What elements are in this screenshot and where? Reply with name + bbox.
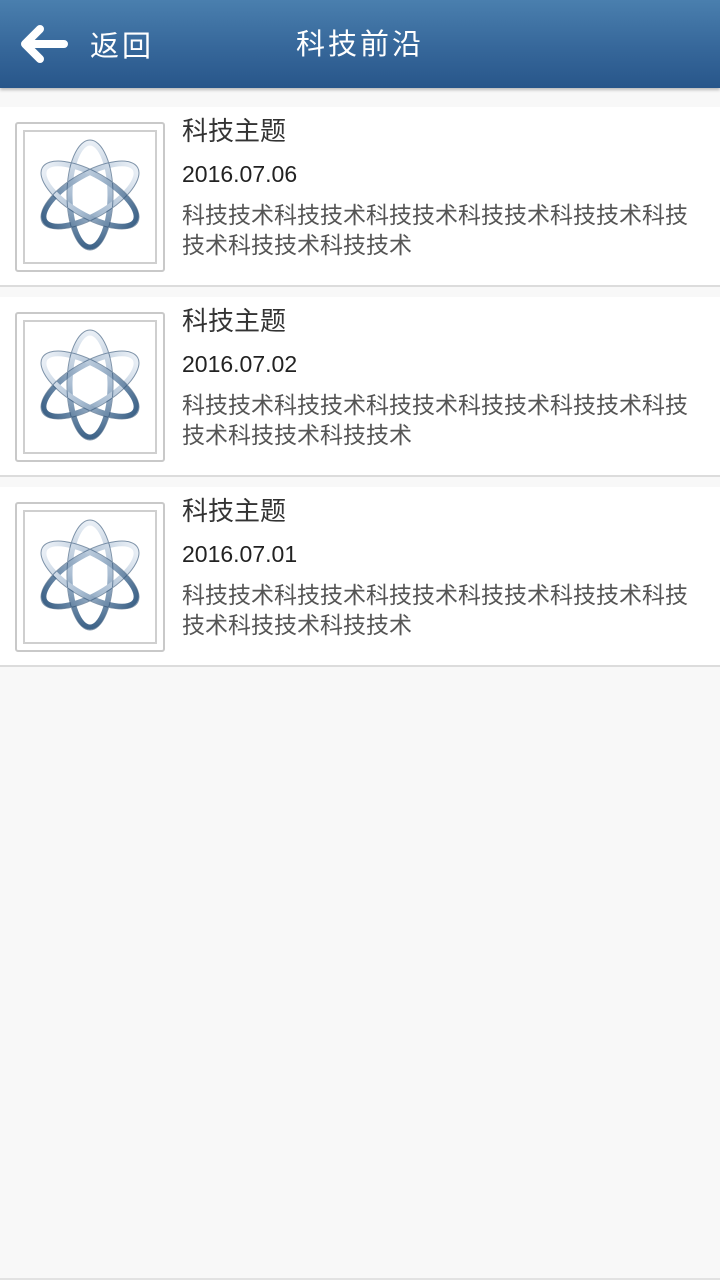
item-description: 科技技术科技技术科技技术科技技术科技技术科技技术科技技术科技技术 xyxy=(182,583,688,639)
list-item[interactable]: 科技主题 2016.07.02 科技技术科技技术科技技术科技技术科技技术科技技术… xyxy=(0,297,720,477)
item-date: 2016.07.01 xyxy=(182,541,298,567)
list-item[interactable]: 科技主题 2016.07.06 科技技术科技技术科技技术科技技术科技技术科技技术… xyxy=(0,107,720,287)
atom-icon xyxy=(38,519,142,635)
item-thumbnail xyxy=(15,502,165,652)
item-title: 科技主题 xyxy=(182,117,287,147)
back-button[interactable]: 返回 xyxy=(18,18,154,70)
item-date: 2016.07.02 xyxy=(182,351,298,377)
atom-icon xyxy=(38,329,142,445)
atom-icon xyxy=(38,139,142,255)
item-title: 科技主题 xyxy=(182,307,287,337)
item-thumbnail xyxy=(15,122,165,272)
list-item[interactable]: 科技主题 2016.07.01 科技技术科技技术科技技术科技技术科技技术科技技术… xyxy=(0,487,720,667)
nav-bar: 返回 科技前沿 xyxy=(0,0,720,88)
item-title: 科技主题 xyxy=(182,497,287,527)
news-list: 科技主题 2016.07.06 科技技术科技技术科技技术科技技术科技技术科技技术… xyxy=(0,107,720,677)
item-description: 科技技术科技技术科技技术科技技术科技技术科技技术科技技术科技技术 xyxy=(182,203,688,259)
item-thumbnail xyxy=(15,312,165,462)
item-date: 2016.07.06 xyxy=(182,161,298,187)
item-description: 科技技术科技技术科技技术科技技术科技技术科技技术科技技术科技技术 xyxy=(182,393,688,449)
back-arrow-icon xyxy=(18,24,68,64)
back-label: 返回 xyxy=(90,29,155,63)
